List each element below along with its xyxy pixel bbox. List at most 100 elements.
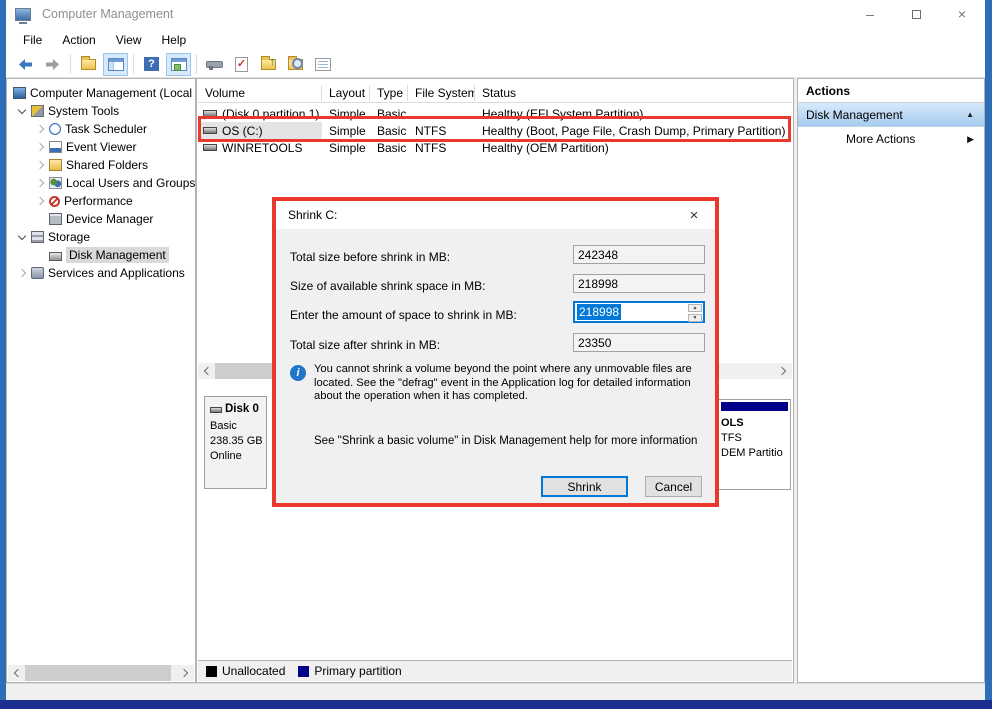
folder-search-button[interactable]	[283, 53, 308, 76]
shrink-button[interactable]: Shrink	[541, 476, 628, 497]
forward-button[interactable]	[40, 53, 65, 76]
tree-item-task-scheduler[interactable]: Task Scheduler	[7, 120, 195, 138]
tree-item-computer-management[interactable]: Computer Management (Local	[7, 84, 195, 102]
task-list-button[interactable]	[310, 53, 335, 76]
menu-view[interactable]: View	[106, 33, 152, 47]
chevron-expanded-icon[interactable]	[17, 232, 27, 242]
chevron-collapsed-icon[interactable]	[35, 124, 45, 134]
shrink-amount-input[interactable]: 218998	[573, 301, 705, 323]
chevron-collapsed-icon[interactable]	[17, 268, 27, 278]
folder-button[interactable]	[76, 53, 101, 76]
tree-item-storage[interactable]: Storage	[7, 228, 195, 246]
chevron-collapsed-icon[interactable]	[35, 142, 45, 152]
scroll-right-icon[interactable]	[177, 665, 194, 681]
console-tree-pane: Computer Management (Local System Tools …	[6, 78, 196, 683]
close-button[interactable]: ×	[939, 0, 985, 28]
app-icon	[15, 7, 31, 24]
status-bar	[6, 683, 985, 700]
disk-size: 238.35 GB	[210, 435, 263, 447]
primary-partition-swatch	[298, 665, 310, 677]
menu-action[interactable]: Action	[52, 33, 105, 47]
tree-item-label-selected: Disk Management	[66, 247, 169, 263]
tools-icon	[31, 105, 44, 117]
tree-item-shared-folders[interactable]: Shared Folders	[7, 156, 195, 174]
column-header-volume[interactable]: Volume	[198, 84, 322, 101]
show-console-tree-button[interactable]	[103, 52, 128, 76]
chevron-collapsed-icon[interactable]	[35, 178, 45, 188]
minimize-button[interactable]: –	[847, 0, 893, 28]
total-after-label: Total size after shrink in MB:	[290, 338, 441, 352]
disk-name: Disk 0	[225, 403, 259, 415]
volume-icon	[203, 144, 217, 151]
disk0-header-block[interactable]: Disk 0 Basic 238.35 GB Online	[204, 396, 267, 489]
console-tool-button[interactable]	[202, 53, 227, 76]
cancel-button[interactable]: Cancel	[645, 476, 702, 497]
show-action-pane-button[interactable]	[166, 52, 191, 76]
scroll-left-icon[interactable]	[8, 665, 25, 681]
shrink-amount-label: Enter the amount of space to shrink in M…	[290, 308, 517, 322]
unallocated-swatch	[206, 665, 217, 677]
actions-group-disk-management[interactable]: Disk Management	[798, 103, 984, 127]
more-actions-item[interactable]: More Actions	[798, 127, 984, 151]
chevron-collapsed-icon[interactable]	[35, 160, 45, 170]
scroll-left-icon[interactable]	[198, 363, 215, 379]
column-header-type[interactable]: Type	[370, 84, 408, 101]
taskbar-strip	[0, 700, 992, 709]
disk-icon	[210, 406, 222, 413]
column-header-status[interactable]: Status	[475, 85, 792, 101]
console-tree: Computer Management (Local System Tools …	[7, 84, 195, 282]
tree-item-label: Performance	[64, 194, 133, 208]
titlebar: Computer Management – ×	[6, 0, 985, 28]
folder-up-button[interactable]	[256, 53, 281, 76]
actions-pane: Actions Disk Management More Actions	[797, 78, 985, 683]
tree-item-event-viewer[interactable]: Event Viewer	[7, 138, 195, 156]
window-title: Computer Management	[42, 7, 174, 21]
tree-item-performance[interactable]: Performance	[7, 192, 195, 210]
spinner-buttons	[687, 303, 703, 322]
info-icon	[290, 365, 306, 381]
help-button[interactable]	[139, 53, 164, 76]
partition-block-fragment[interactable]: OLS TFS DEM Partitio	[718, 399, 791, 490]
scrollbar-thumb[interactable]	[25, 665, 171, 681]
dialog-close-button[interactable]: ×	[673, 201, 715, 229]
toolbar-separator	[133, 54, 134, 74]
column-header-filesystem[interactable]: File System	[408, 84, 475, 101]
computer-icon	[13, 87, 26, 99]
tree-item-system-tools[interactable]: System Tools	[7, 102, 195, 120]
tree-item-disk-management[interactable]: Disk Management	[7, 246, 195, 264]
chevron-expanded-icon[interactable]	[17, 106, 27, 116]
actions-group-label: Disk Management	[806, 107, 903, 122]
tree-item-label: Event Viewer	[66, 140, 137, 154]
desktop: Computer Management – × File Action View…	[0, 0, 992, 709]
dialog-title: Shrink C:	[288, 208, 338, 222]
partition-status-fragment: DEM Partitio	[721, 447, 783, 459]
menu-file[interactable]: File	[13, 33, 52, 47]
shrink-amount-value-selected[interactable]: 218998	[577, 304, 622, 320]
tree-horizontal-scrollbar[interactable]	[8, 665, 194, 681]
tree-item-local-users-groups[interactable]: Local Users and Groups	[7, 174, 195, 192]
legend-bar: Unallocated Primary partition	[198, 660, 792, 681]
tree-item-services-applications[interactable]: Services and Applications	[7, 264, 195, 282]
toolbar-separator	[70, 54, 71, 74]
menu-help[interactable]: Help	[152, 33, 197, 47]
console-tree-icon	[107, 57, 124, 71]
back-button[interactable]	[13, 53, 38, 76]
column-header-layout[interactable]: Layout	[322, 84, 370, 101]
actions-header: Actions	[798, 79, 984, 103]
shared-folders-icon	[49, 159, 62, 171]
tree-item-device-manager[interactable]: Device Manager	[7, 210, 195, 228]
spin-up-icon[interactable]	[688, 304, 702, 312]
document-check-button[interactable]	[229, 53, 254, 76]
volume-table-header: Volume Layout Type File System Status	[198, 83, 792, 103]
total-after-field: 23350	[573, 333, 705, 352]
disk-status: Online	[210, 450, 242, 462]
storage-icon	[31, 231, 44, 243]
scroll-right-icon[interactable]	[775, 363, 792, 379]
performance-icon	[49, 195, 60, 207]
help-text: See "Shrink a basic volume" in Disk Mana…	[314, 435, 698, 447]
spin-down-icon[interactable]	[688, 314, 702, 322]
more-actions-label: More Actions	[846, 132, 916, 146]
document-check-icon	[235, 56, 248, 72]
maximize-button[interactable]	[893, 0, 939, 28]
chevron-collapsed-icon[interactable]	[35, 196, 45, 206]
